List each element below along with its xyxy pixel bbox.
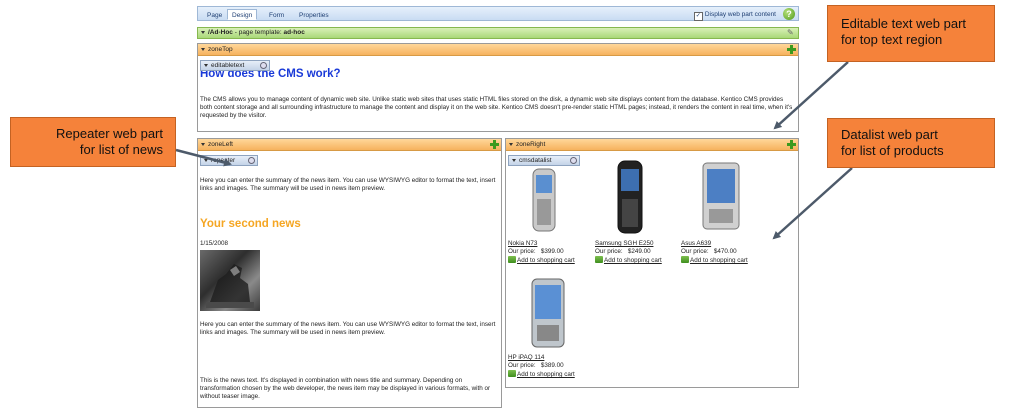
datalist-callout-arrow [772, 167, 853, 240]
callout-editable-text: Editable text web part for top text regi… [827, 5, 995, 62]
callout-line: for list of products [841, 143, 944, 158]
callout-line: Repeater web part [56, 126, 163, 141]
callout-datalist: Datalist web part for list of products [827, 118, 995, 168]
callout-line: for top text region [841, 32, 943, 47]
callout-line: Datalist web part [841, 127, 938, 142]
repeater-callout-arrow [175, 148, 232, 167]
callout-line: Editable text web part [841, 16, 967, 31]
callout-line: for list of news [79, 142, 163, 157]
callout-repeater: Repeater web part for list of news [10, 117, 176, 167]
